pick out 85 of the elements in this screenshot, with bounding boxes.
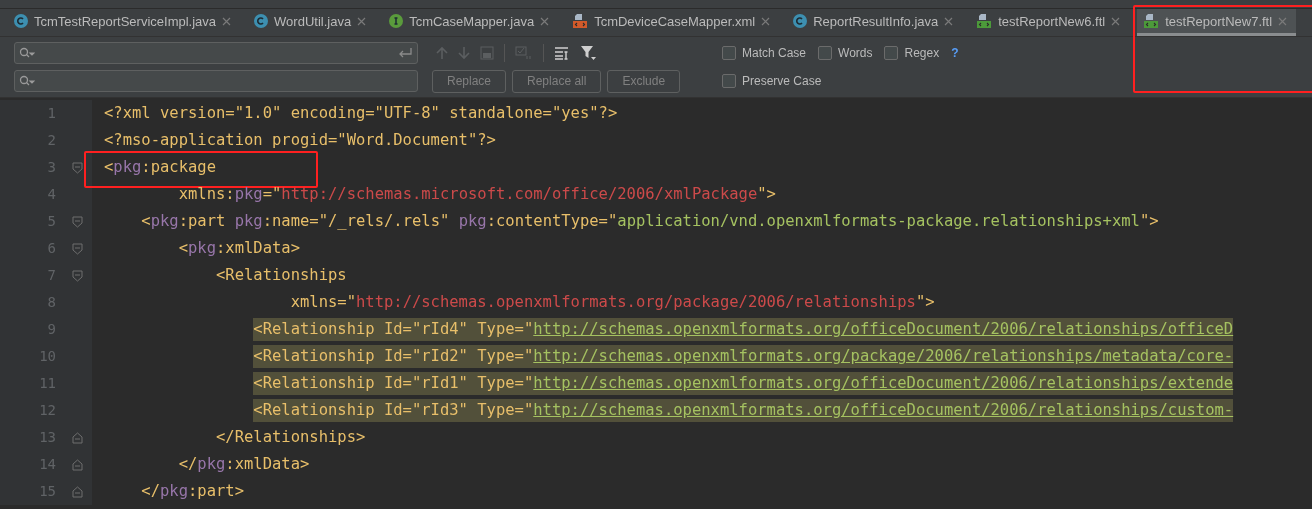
code-text: http://schemas.microsoft.com/office/2006/xmlPackage bbox=[281, 184, 758, 205]
search-icon[interactable] bbox=[19, 47, 35, 59]
code-text: < bbox=[141, 211, 151, 232]
fold-icon[interactable] bbox=[71, 161, 83, 174]
fold-icon[interactable] bbox=[71, 269, 83, 282]
option-checkbox[interactable]: Preserve Case bbox=[722, 74, 822, 88]
code-text: http://schemas.openxmlformats.org/package/2006/relationships/metadata/core- bbox=[533, 345, 1234, 368]
code-text: pkg bbox=[188, 238, 216, 259]
code-text: :part> bbox=[188, 481, 244, 502]
code-text: pkg bbox=[150, 211, 179, 232]
file-icon bbox=[572, 13, 589, 29]
code-text: "> bbox=[915, 292, 935, 313]
editor-tab[interactable]: WordUtil.java bbox=[248, 9, 376, 36]
arrow-up-icon[interactable] bbox=[436, 46, 448, 60]
file-icon bbox=[976, 13, 993, 29]
editor-tab[interactable]: testReportNew7.ftl bbox=[1137, 9, 1297, 36]
search-icon[interactable] bbox=[19, 75, 35, 87]
editor-tab[interactable]: testReportNew6.ftl bbox=[970, 9, 1130, 36]
code-text: <Relationship Id="rId4" Type=" bbox=[253, 318, 534, 341]
search-field[interactable] bbox=[14, 42, 418, 64]
code-text: <?xml version="1.0" encoding="UTF-8" standalone="yes"?> bbox=[104, 103, 618, 124]
code-text: http://schemas.openxmlformats.org/officeDocument/2006/relationships/extende bbox=[533, 372, 1234, 395]
class-icon bbox=[793, 14, 808, 28]
code-text: <Relationship Id="rId3" Type=" bbox=[253, 399, 534, 422]
code-text: pkg bbox=[234, 211, 263, 232]
code-text: <?mso-application progid="Word.Document"?> bbox=[104, 130, 496, 151]
code-text: <Relationship Id="rId2" Type=" bbox=[253, 345, 534, 368]
editor-tab[interactable]: TcmDeviceCaseMapper.xml bbox=[566, 9, 780, 36]
code-text: </ bbox=[141, 481, 160, 502]
select-all-icon[interactable] bbox=[480, 46, 494, 60]
code-text: http://schemas.openxmlformats.org/officeDocument/2006/relationships/custom- bbox=[533, 399, 1234, 422]
close-icon[interactable] bbox=[357, 16, 367, 26]
code-text: pkg bbox=[160, 481, 188, 502]
code-text: <Relationship Id="rId1" Type=" bbox=[253, 372, 534, 395]
option-checkbox[interactable]: Words bbox=[818, 46, 873, 60]
newline-icon[interactable] bbox=[397, 47, 413, 59]
fold-icon[interactable] bbox=[71, 242, 83, 255]
code-text: :package bbox=[141, 157, 216, 178]
interface-icon bbox=[389, 14, 404, 28]
code-text: "> bbox=[757, 184, 776, 205]
code-text: pkg bbox=[197, 454, 226, 475]
code-text: =" bbox=[262, 184, 282, 205]
filter-icon[interactable] bbox=[580, 45, 596, 61]
class-icon bbox=[14, 14, 28, 28]
editor-tab[interactable]: TcmCaseMapper.java bbox=[383, 9, 559, 36]
code-text: xmlns: bbox=[178, 184, 235, 205]
code-text: application/vnd.openxmlformats-package.relationships+xml bbox=[617, 211, 1140, 232]
replace-field[interactable] bbox=[14, 70, 418, 92]
code-text: :contentType=" bbox=[486, 211, 618, 232]
help-link[interactable]: ? bbox=[951, 46, 959, 60]
arrow-down-icon[interactable] bbox=[458, 46, 470, 60]
code-text: </Relationships> bbox=[216, 427, 366, 448]
fold-icon[interactable] bbox=[71, 485, 83, 498]
checkbox-icon[interactable] bbox=[515, 46, 533, 60]
code-text: :part bbox=[178, 211, 227, 232]
file-icon bbox=[1143, 13, 1160, 29]
code-text: :name="/_rels/.rels" bbox=[262, 211, 451, 232]
editor-tab[interactable]: ReportResultInfo.java bbox=[787, 9, 963, 36]
option-checkbox[interactable]: Match Case bbox=[722, 46, 807, 60]
code-text: "> bbox=[1139, 211, 1159, 232]
code-text: <Relationships bbox=[216, 265, 347, 286]
close-icon[interactable] bbox=[1278, 16, 1288, 26]
class-icon bbox=[254, 14, 269, 28]
fold-icon[interactable] bbox=[71, 431, 83, 444]
fold-icon[interactable] bbox=[71, 215, 83, 228]
code-text: pkg bbox=[458, 211, 487, 232]
close-icon[interactable] bbox=[761, 16, 771, 26]
filter-lines-icon[interactable] bbox=[554, 46, 570, 60]
code-text: </ bbox=[178, 454, 198, 475]
option-checkbox[interactable]: Regex bbox=[884, 46, 940, 60]
code-text: pkg bbox=[234, 184, 263, 205]
close-icon[interactable] bbox=[222, 16, 232, 26]
code-text: http://schemas.openxmlformats.org/officeDocument/2006/relationships/officeD bbox=[533, 318, 1234, 341]
code-text: pkg bbox=[113, 157, 142, 178]
code-text: < bbox=[178, 238, 188, 259]
code-text: :xmlData> bbox=[225, 454, 310, 475]
code-text: http://schemas.openxmlformats.org/package/2006/relationships bbox=[355, 292, 916, 313]
editor-tab[interactable]: TcmTestReportServiceImpl.java bbox=[8, 9, 241, 36]
close-icon[interactable] bbox=[944, 16, 954, 26]
close-icon[interactable] bbox=[540, 16, 550, 26]
code-text: :xmlData> bbox=[216, 238, 300, 259]
code-text: xmlns=" bbox=[290, 292, 356, 313]
code-text: < bbox=[104, 157, 114, 178]
close-icon[interactable] bbox=[1111, 16, 1121, 26]
fold-icon[interactable] bbox=[71, 458, 83, 471]
